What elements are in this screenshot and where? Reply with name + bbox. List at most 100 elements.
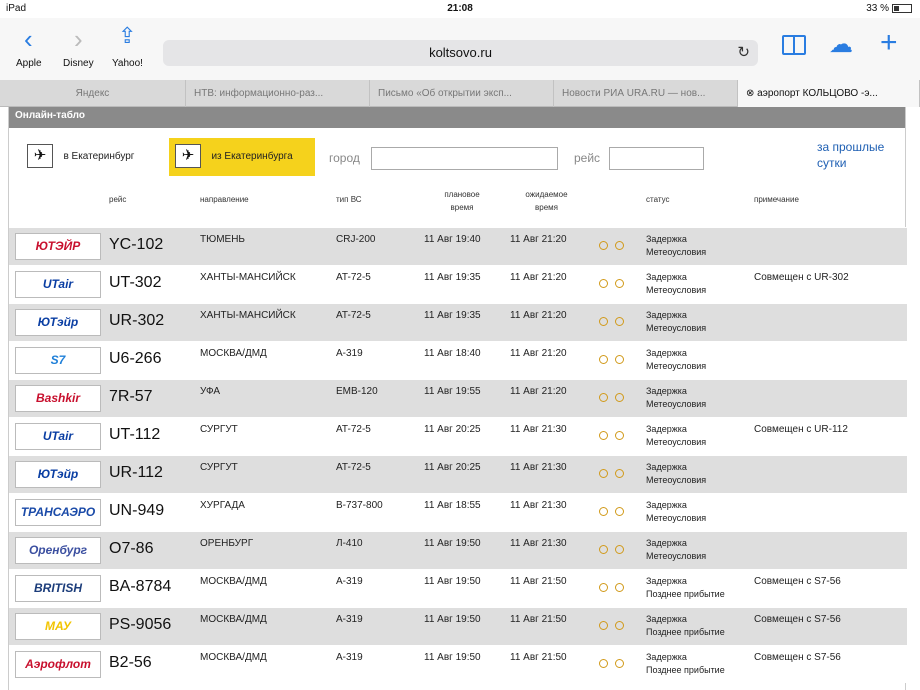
flight-label: рейс bbox=[574, 151, 601, 165]
expected-time: 11 Авг 21:50 bbox=[510, 614, 567, 625]
icloud-tabs-icon[interactable]: ☁ bbox=[829, 30, 853, 59]
planned-time: 11 Авг 19:55 bbox=[424, 386, 481, 397]
expected-time: 11 Авг 21:20 bbox=[510, 310, 567, 321]
destination: ХАНТЫ-МАНСИЙСК bbox=[200, 272, 296, 283]
city-label: город bbox=[329, 151, 360, 165]
expected-time: 11 Авг 21:30 bbox=[510, 500, 567, 511]
table-row[interactable]: S7 U6-266 МОСКВА/ДМД A-319 11 Авг 18:40 11 Ав… bbox=[9, 341, 907, 379]
table-row[interactable]: ТРАНСАЭРО UN-949 ХУРГАДА B-737-800 11 Авг 18… bbox=[9, 493, 907, 531]
status-indicators bbox=[599, 655, 631, 673]
planned-time: 11 Авг 19:50 bbox=[424, 538, 481, 549]
flight-number: B2-56 bbox=[109, 654, 152, 671]
indicator-icon bbox=[615, 241, 624, 250]
status-indicators bbox=[599, 237, 631, 255]
planned-time: 11 Авг 19:40 bbox=[424, 234, 481, 245]
planned-time: 11 Авг 19:35 bbox=[424, 310, 481, 321]
expected-time: 11 Авг 21:20 bbox=[510, 386, 567, 397]
forward-icon[interactable]: › bbox=[74, 24, 83, 55]
tab-ura[interactable]: Новости РИА URA.RU — нов... bbox=[554, 80, 738, 107]
tab-koltsovo-label: аэропорт КОЛЬЦОВО -э... bbox=[757, 88, 878, 99]
aircraft-type: A-319 bbox=[336, 348, 363, 359]
table-row[interactable]: ЮТЭЙР YC-102 ТЮМЕНЬ CRJ-200 11 Авг 19:40 11 А… bbox=[9, 227, 907, 265]
back-icon[interactable]: ‹ bbox=[24, 24, 33, 55]
planned-time: 11 Авг 19:35 bbox=[424, 272, 481, 283]
status-reason: Позднее прибытие bbox=[646, 589, 725, 599]
status-text: Задержка bbox=[646, 576, 687, 586]
status-reason: Метеоусловия bbox=[646, 247, 707, 257]
city-input[interactable] bbox=[371, 147, 558, 170]
departures-toggle[interactable]: ✈ из Екатеринбурга bbox=[169, 138, 315, 176]
flight-status: Задержка Метеоусловия bbox=[646, 385, 706, 411]
aircraft-type: Л-410 bbox=[336, 538, 363, 549]
airline-logo: ЮТЭЙР bbox=[15, 233, 101, 260]
flight-status: Задержка Позднее прибытие bbox=[646, 575, 725, 601]
indicator-icon bbox=[599, 659, 608, 668]
table-row[interactable]: UTair UT-112 СУРГУТ AT-72-5 11 Авг 20:25 11 А… bbox=[9, 417, 907, 455]
address-bar[interactable]: koltsovo.ru ↻ bbox=[163, 40, 758, 66]
aircraft-type: EMB-120 bbox=[336, 386, 378, 397]
flight-input[interactable] bbox=[609, 147, 704, 170]
destination: ХАНТЫ-МАНСИЙСК bbox=[200, 310, 296, 321]
status-bar: iPad 21:08 33 % bbox=[0, 0, 920, 18]
expected-time: 11 Авг 21:20 bbox=[510, 348, 567, 359]
airline-logo: ТРАНСАЭРО bbox=[15, 499, 101, 526]
status-indicators bbox=[599, 465, 631, 483]
tab-mail[interactable]: Письмо «Об открытии эксп... bbox=[370, 80, 554, 107]
table-row[interactable]: UTair UT-302 ХАНТЫ-МАНСИЙСК AT-72-5 11 Авг 1… bbox=[9, 265, 907, 303]
table-row[interactable]: МАУ PS-9056 МОСКВА/ДМД A-319 11 Авг 19:50 11 … bbox=[9, 607, 907, 645]
browser-toolbar: ‹ › ⇪ Apple Disney Yahoo! koltsovo.ru ↻ … bbox=[0, 18, 920, 80]
flight-status: Задержка Позднее прибытие bbox=[646, 651, 725, 677]
table-row[interactable]: Bashkir 7R-57 УФА EMB-120 11 Авг 19:55 11 Авг… bbox=[9, 379, 907, 417]
col-destination: направление bbox=[200, 195, 249, 204]
status-indicators bbox=[599, 541, 631, 559]
status-reason: Метеоусловия bbox=[646, 513, 707, 523]
indicator-icon bbox=[615, 355, 624, 364]
table-row[interactable]: Аэрофлот B2-56 МОСКВА/ДМД A-319 11 Авг 19:50… bbox=[9, 645, 907, 683]
battery-indicator: 33 % bbox=[866, 3, 912, 14]
airline-logo: S7 bbox=[15, 347, 101, 374]
col-aircraft: тип ВС bbox=[336, 195, 362, 204]
status-text: Задержка bbox=[646, 310, 687, 320]
airline-logo: ЮТэйр bbox=[15, 461, 101, 488]
clock: 21:08 bbox=[447, 3, 473, 14]
indicator-icon bbox=[615, 583, 624, 592]
planned-time: 11 Авг 19:50 bbox=[424, 652, 481, 663]
flight-number: UT-302 bbox=[109, 274, 162, 291]
indicator-icon bbox=[615, 469, 624, 478]
indicator-icon bbox=[599, 621, 608, 630]
table-row[interactable]: Оренбург O7-86 ОРЕНБУРГ Л-410 11 Авг 19:50 11… bbox=[9, 531, 907, 569]
share-icon[interactable]: ⇪ bbox=[118, 23, 136, 49]
favorite-link-apple[interactable]: Apple bbox=[16, 58, 42, 69]
expected-time: 11 Авг 21:30 bbox=[510, 424, 567, 435]
status-reason: Метеоусловия bbox=[646, 361, 707, 371]
aircraft-type: AT-72-5 bbox=[336, 424, 371, 435]
status-text: Задержка bbox=[646, 272, 687, 282]
new-tab-icon[interactable]: + bbox=[880, 26, 898, 60]
destination: ТЮМЕНЬ bbox=[200, 234, 245, 245]
status-text: Задержка bbox=[646, 424, 687, 434]
planned-time: 11 Авг 20:25 bbox=[424, 424, 481, 435]
destination: СУРГУТ bbox=[200, 462, 238, 473]
favorite-link-disney[interactable]: Disney bbox=[63, 58, 94, 69]
reload-icon[interactable]: ↻ bbox=[737, 40, 750, 66]
indicator-icon bbox=[615, 659, 624, 668]
table-row[interactable]: BRITISH AIRWAYS BA-8784 МОСКВА/ДМД A-319 11 … bbox=[9, 569, 907, 607]
previous-day-link[interactable]: за прошлые сутки bbox=[817, 139, 907, 171]
table-row[interactable]: ЮТэйр UR-112 СУРГУТ AT-72-5 11 Авг 20:25 11 А… bbox=[9, 455, 907, 493]
indicator-icon bbox=[599, 355, 608, 364]
table-row[interactable]: ЮТэйр UR-302 ХАНТЫ-МАНСИЙСК AT-72-5 11 Авг 1… bbox=[9, 303, 907, 341]
favorite-link-yahoo[interactable]: Yahoo! bbox=[112, 58, 143, 69]
planned-time: 11 Авг 19:50 bbox=[424, 614, 481, 625]
indicator-icon bbox=[615, 393, 624, 402]
indicator-icon bbox=[599, 317, 608, 326]
flight-status: Задержка Метеоусловия bbox=[646, 423, 706, 449]
bookmarks-icon[interactable] bbox=[782, 35, 806, 55]
aircraft-type: A-319 bbox=[336, 652, 363, 663]
tab-yandex[interactable]: Яндекс bbox=[0, 80, 186, 107]
tab-koltsovo[interactable]: ⊗ аэропорт КОЛЬЦОВО -э... bbox=[738, 80, 920, 107]
indicator-icon bbox=[615, 431, 624, 440]
arrivals-toggle[interactable]: ✈ в Екатеринбург bbox=[21, 138, 140, 176]
flight-status: Задержка Метеоусловия bbox=[646, 499, 706, 525]
expected-time: 11 Авг 21:20 bbox=[510, 234, 567, 245]
tab-ntv[interactable]: НТВ: информационно-раз... bbox=[186, 80, 370, 107]
